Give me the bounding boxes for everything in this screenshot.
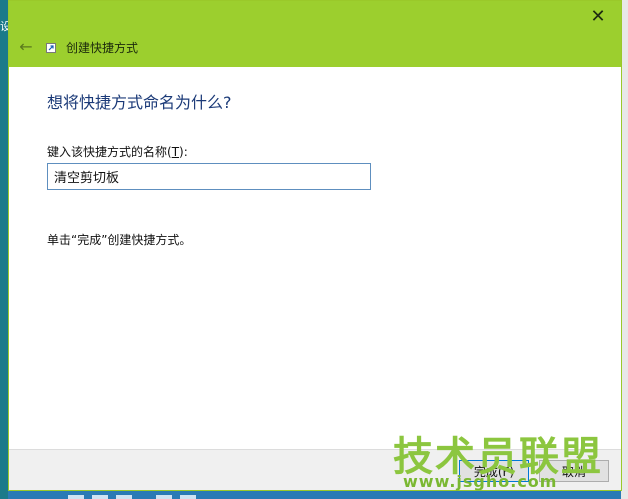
name-field-label-suffix: ): [179, 145, 188, 159]
site-watermark: 技术员联盟 www.jsgho.com [393, 424, 601, 494]
name-field-label: 键入该快捷方式的名称(T): [47, 143, 188, 160]
back-button[interactable]: ← [15, 35, 37, 57]
create-shortcut-dialog: ✕ ← 创建快捷方式 想将快捷方式命名为什么? 键入该快捷方式的名称(T): 单… [8, 0, 622, 491]
shortcut-name-input[interactable] [47, 163, 371, 190]
back-arrow-icon: ← [19, 36, 33, 56]
dialog-title: 创建快捷方式 [66, 41, 139, 55]
dialog-header: ✕ ← 创建快捷方式 [9, 1, 621, 67]
background-window-edge: 设 [0, 0, 11, 499]
close-icon: ✕ [590, 5, 606, 27]
shortcut-icon [46, 43, 56, 53]
close-button[interactable]: ✕ [575, 1, 621, 31]
name-field-access-key: T [171, 145, 180, 159]
name-field-label-prefix: 键入该快捷方式的名称( [47, 145, 172, 159]
watermark-domain: www.jsgho.com [403, 472, 558, 491]
finish-hint: 单击“完成”创建快捷方式。 [47, 233, 192, 247]
page-heading: 想将快捷方式命名为什么? [47, 93, 232, 112]
